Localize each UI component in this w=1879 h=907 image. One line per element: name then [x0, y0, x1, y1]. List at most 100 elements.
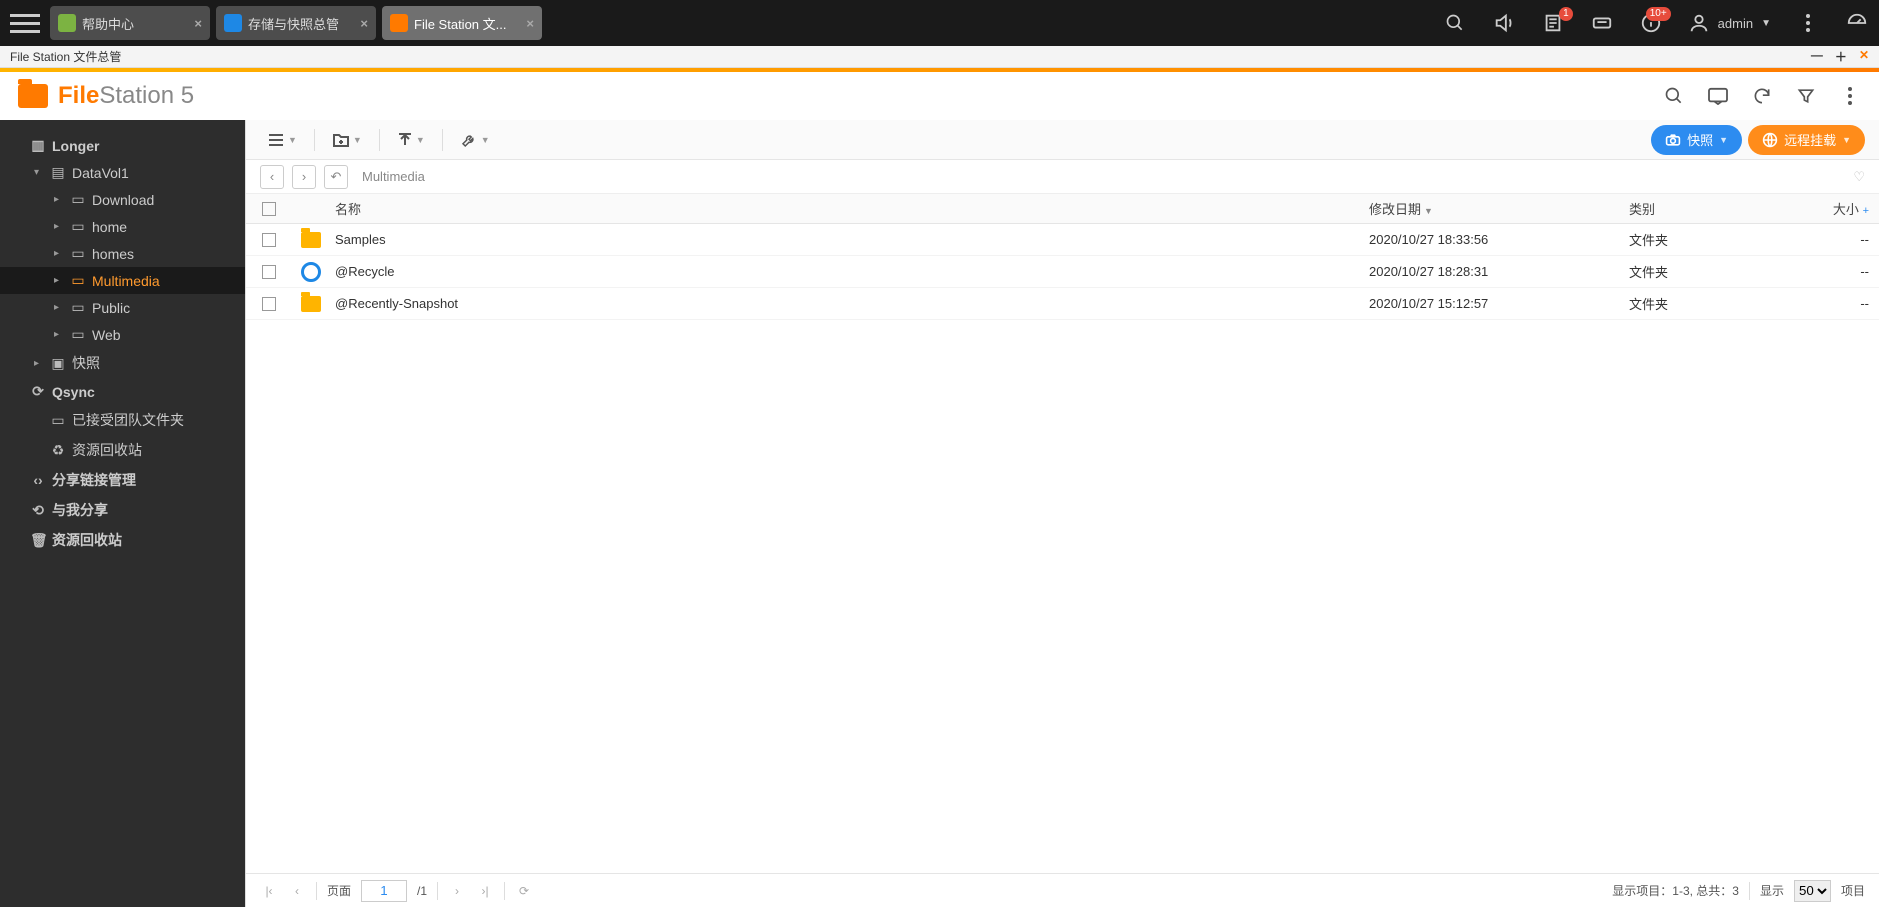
tree-label: Qsync — [52, 384, 95, 400]
page-prev-button[interactable]: ‹ — [288, 884, 306, 898]
tree-recycle[interactable]: 🗑 资源回收站 — [0, 525, 245, 555]
row-size: -- — [1809, 264, 1879, 279]
page-last-button[interactable]: ›| — [476, 884, 494, 898]
expand-arrow-icon: ▸ — [34, 358, 44, 369]
expand-arrow-icon: ▸ — [54, 248, 64, 259]
folder-icon — [301, 296, 321, 312]
column-name[interactable]: 名称 — [331, 199, 1369, 218]
row-type: 文件夹 — [1629, 230, 1809, 249]
team-folder-icon: ▭ — [50, 412, 66, 429]
tools-button[interactable]: ▼ — [453, 125, 497, 155]
row-checkbox[interactable] — [262, 233, 276, 247]
tab-close-icon[interactable]: × — [194, 16, 202, 31]
row-date: 2020/10/27 18:33:56 — [1369, 232, 1629, 247]
page-next-button[interactable]: › — [448, 884, 466, 898]
tree-folder-multimedia[interactable]: ▸ ▭ Multimedia — [0, 267, 245, 294]
tree-folder-home[interactable]: ▸ ▭ home — [0, 213, 245, 240]
more-icon[interactable] — [1839, 85, 1861, 107]
task-tab[interactable]: 存储与快照总管 × — [216, 6, 376, 40]
view-mode-button[interactable]: ▼ — [260, 125, 304, 155]
remote-mount-button[interactable]: 远程挂载▼ — [1748, 125, 1865, 155]
column-date[interactable]: 修改日期▼ — [1369, 199, 1629, 218]
tree-snapshot[interactable]: ▸ ▣ 快照 — [0, 348, 245, 378]
system-taskbar: 帮助中心 × 存储与快照总管 × File Station 文... × 1 1… — [0, 0, 1879, 46]
breadcrumb[interactable]: Multimedia — [362, 169, 425, 184]
trash-icon: 🗑 — [30, 532, 46, 549]
cast-icon[interactable] — [1707, 85, 1729, 107]
page-size-select[interactable]: 50 — [1794, 880, 1831, 902]
tree-root[interactable]: ▥ Longer — [0, 132, 245, 159]
table-row[interactable]: @Recycle 2020/10/27 18:28:31 文件夹 -- — [246, 256, 1879, 288]
tree-folder-public[interactable]: ▸ ▭ Public — [0, 294, 245, 321]
sort-desc-icon: ▼ — [1424, 206, 1433, 216]
app-brand: FileStation 5 — [58, 82, 194, 110]
search-icon[interactable] — [1443, 11, 1467, 35]
snapshot-label: 快照 — [1687, 130, 1713, 149]
page-refresh-button[interactable]: ⟳ — [515, 884, 533, 898]
tasks-icon[interactable]: 1 — [1541, 11, 1565, 35]
menu-icon[interactable] — [10, 8, 40, 38]
minimize-button[interactable]: — — [1811, 48, 1823, 65]
task-tab[interactable]: File Station 文... × — [382, 6, 542, 40]
row-type: 文件夹 — [1629, 262, 1809, 281]
favorite-icon[interactable]: ♡ — [1853, 169, 1865, 185]
table-row[interactable]: Samples 2020/10/27 18:33:56 文件夹 -- — [246, 224, 1879, 256]
folder-icon: ▭ — [70, 191, 86, 208]
search-icon[interactable] — [1663, 85, 1685, 107]
nav-back-button[interactable]: ‹ — [260, 165, 284, 189]
table-row[interactable]: @Recently-Snapshot 2020/10/27 15:12:57 文… — [246, 288, 1879, 320]
tree-qsync-item[interactable]: ▭ 已接受团队文件夹 — [0, 405, 245, 435]
page-input[interactable] — [361, 880, 407, 902]
tree-volume[interactable]: ▾ ▤ DataVol1 — [0, 159, 245, 186]
tree-label: 分享链接管理 — [52, 470, 136, 490]
row-checkbox[interactable] — [262, 265, 276, 279]
tree-label: Download — [92, 192, 154, 208]
dashboard-icon[interactable] — [1845, 11, 1869, 35]
tree-label: 资源回收站 — [72, 440, 142, 460]
tree-qsync-item[interactable]: ♻ 资源回收站 — [0, 435, 245, 465]
tree-label: Public — [92, 300, 130, 316]
share-icon: ‹› — [30, 472, 46, 488]
tree-label: home — [92, 219, 127, 235]
maximize-button[interactable]: ＋ — [1835, 48, 1847, 65]
column-type[interactable]: 类别 — [1629, 199, 1809, 218]
row-date: 2020/10/27 18:28:31 — [1369, 264, 1629, 279]
recycle-icon: ♻ — [50, 442, 66, 459]
window-controls: — ＋ ✕ — [1811, 48, 1869, 65]
select-all-checkbox[interactable] — [262, 202, 276, 216]
expand-arrow-icon: ▾ — [34, 167, 44, 178]
devices-icon[interactable] — [1590, 11, 1614, 35]
refresh-icon[interactable] — [1751, 85, 1773, 107]
page-first-button[interactable]: |‹ — [260, 884, 278, 898]
window-title: File Station 文件总管 — [10, 48, 121, 65]
username-label: admin — [1718, 16, 1753, 31]
app-header: FileStation 5 — [0, 72, 1879, 120]
row-checkbox[interactable] — [262, 297, 276, 311]
tree-qsync[interactable]: ⟳ Qsync — [0, 378, 245, 405]
server-icon: ▥ — [30, 137, 46, 154]
filter-icon[interactable] — [1795, 85, 1817, 107]
tree-shared-with-me[interactable]: ⟲ 与我分享 — [0, 495, 245, 525]
info-icon[interactable]: 10+ — [1639, 11, 1663, 35]
upload-button[interactable]: ▼ — [390, 125, 432, 155]
tree-folder-web[interactable]: ▸ ▭ Web — [0, 321, 245, 348]
tree-share-links[interactable]: ‹› 分享链接管理 — [0, 465, 245, 495]
tab-close-icon[interactable]: × — [360, 16, 368, 31]
task-tab[interactable]: 帮助中心 × — [50, 6, 210, 40]
more-icon[interactable] — [1796, 11, 1820, 35]
expand-arrow-icon: ▸ — [54, 221, 64, 232]
tree-folder-download[interactable]: ▸ ▭ Download — [0, 186, 245, 213]
volume-icon[interactable] — [1492, 11, 1516, 35]
tree-folder-homes[interactable]: ▸ ▭ homes — [0, 240, 245, 267]
create-button[interactable]: ▼ — [325, 125, 369, 155]
snapshot-button[interactable]: 快照▼ — [1651, 125, 1742, 155]
nav-forward-button[interactable]: › — [292, 165, 316, 189]
tree-label: 资源回收站 — [52, 530, 122, 550]
column-size[interactable]: 大小 + — [1809, 199, 1879, 218]
row-date: 2020/10/27 15:12:57 — [1369, 296, 1629, 311]
nav-up-button[interactable]: ↶ — [324, 165, 348, 189]
user-menu[interactable]: admin ▼ — [1688, 12, 1771, 34]
page-total-label: /1 — [417, 884, 427, 898]
close-button[interactable]: ✕ — [1859, 48, 1869, 65]
tab-close-icon[interactable]: × — [526, 16, 534, 31]
